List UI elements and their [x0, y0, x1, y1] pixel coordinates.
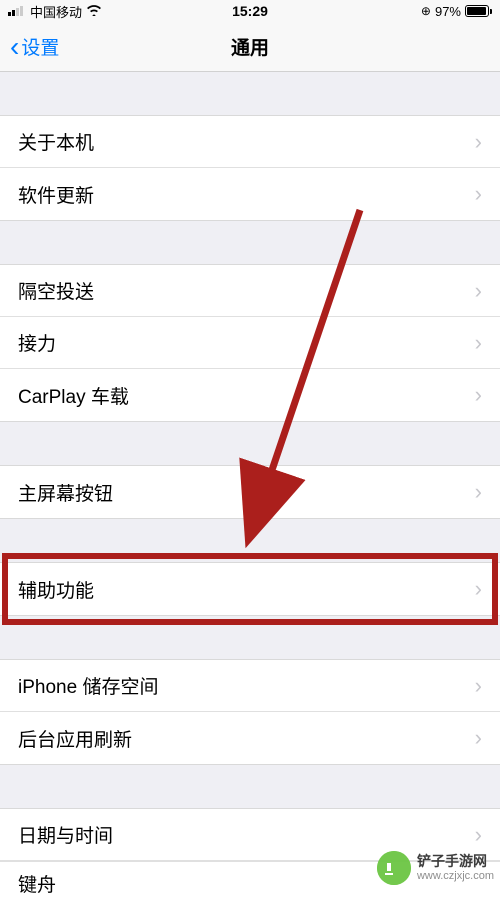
settings-list[interactable]: 关于本机 › 软件更新 › 隔空投送 › 接力 › CarPlay 车载 › 主… — [0, 72, 500, 897]
chevron-right-icon: › — [475, 181, 482, 207]
page-title: 通用 — [231, 33, 269, 60]
row-carplay[interactable]: CarPlay 车载 › — [0, 369, 500, 421]
row-handoff[interactable]: 接力 › — [0, 317, 500, 369]
chevron-right-icon: › — [475, 382, 482, 408]
row-label: 接力 — [18, 329, 56, 356]
row-about[interactable]: 关于本机 › — [0, 116, 500, 168]
chevron-right-icon: › — [475, 129, 482, 155]
row-storage[interactable]: iPhone 储存空间 › — [0, 660, 500, 712]
orientation-lock-icon: ⊕ — [421, 4, 431, 18]
watermark-name: 铲子手游网 — [417, 853, 494, 870]
watermark-logo-icon — [377, 851, 411, 885]
row-airdrop[interactable]: 隔空投送 › — [0, 265, 500, 317]
chevron-right-icon: › — [475, 822, 482, 848]
status-bar: 中国移动 15:29 ⊕ 97% — [0, 0, 500, 22]
row-label: 后台应用刷新 — [18, 725, 132, 752]
row-background-refresh[interactable]: 后台应用刷新 › — [0, 712, 500, 764]
row-label: 隔空投送 — [18, 277, 94, 304]
chevron-right-icon: › — [475, 278, 482, 304]
row-label: CarPlay 车载 — [18, 382, 129, 409]
row-label: 软件更新 — [18, 181, 94, 208]
chevron-right-icon: › — [475, 479, 482, 505]
wifi-icon — [86, 3, 102, 19]
status-time: 15:29 — [232, 3, 268, 19]
chevron-right-icon: › — [475, 673, 482, 699]
row-label: 辅助功能 — [18, 576, 94, 603]
nav-bar: ‹ 设置 通用 — [0, 22, 500, 72]
row-label: 日期与时间 — [18, 821, 113, 848]
chevron-left-icon: ‹ — [10, 33, 19, 61]
signal-icon — [8, 6, 23, 16]
back-label: 设置 — [21, 33, 59, 60]
chevron-right-icon: › — [475, 330, 482, 356]
chevron-right-icon: › — [475, 725, 482, 751]
watermark: 铲子手游网 www.czjxjc.com — [377, 851, 494, 885]
row-software-update[interactable]: 软件更新 › — [0, 168, 500, 220]
battery-icon — [465, 5, 492, 17]
battery-percent: 97% — [435, 4, 461, 19]
status-left: 中国移动 — [8, 2, 102, 21]
carrier-label: 中国移动 — [30, 2, 82, 21]
row-label: 主屏幕按钮 — [18, 479, 113, 506]
back-button[interactable]: ‹ 设置 — [10, 33, 59, 61]
row-home-button[interactable]: 主屏幕按钮 › — [0, 466, 500, 518]
watermark-url: www.czjxjc.com — [417, 870, 494, 883]
chevron-right-icon: › — [475, 576, 482, 602]
status-right: ⊕ 97% — [421, 4, 492, 19]
row-accessibility[interactable]: 辅助功能 › — [0, 563, 500, 615]
row-label: iPhone 储存空间 — [18, 672, 158, 699]
row-label: 关于本机 — [18, 128, 94, 155]
